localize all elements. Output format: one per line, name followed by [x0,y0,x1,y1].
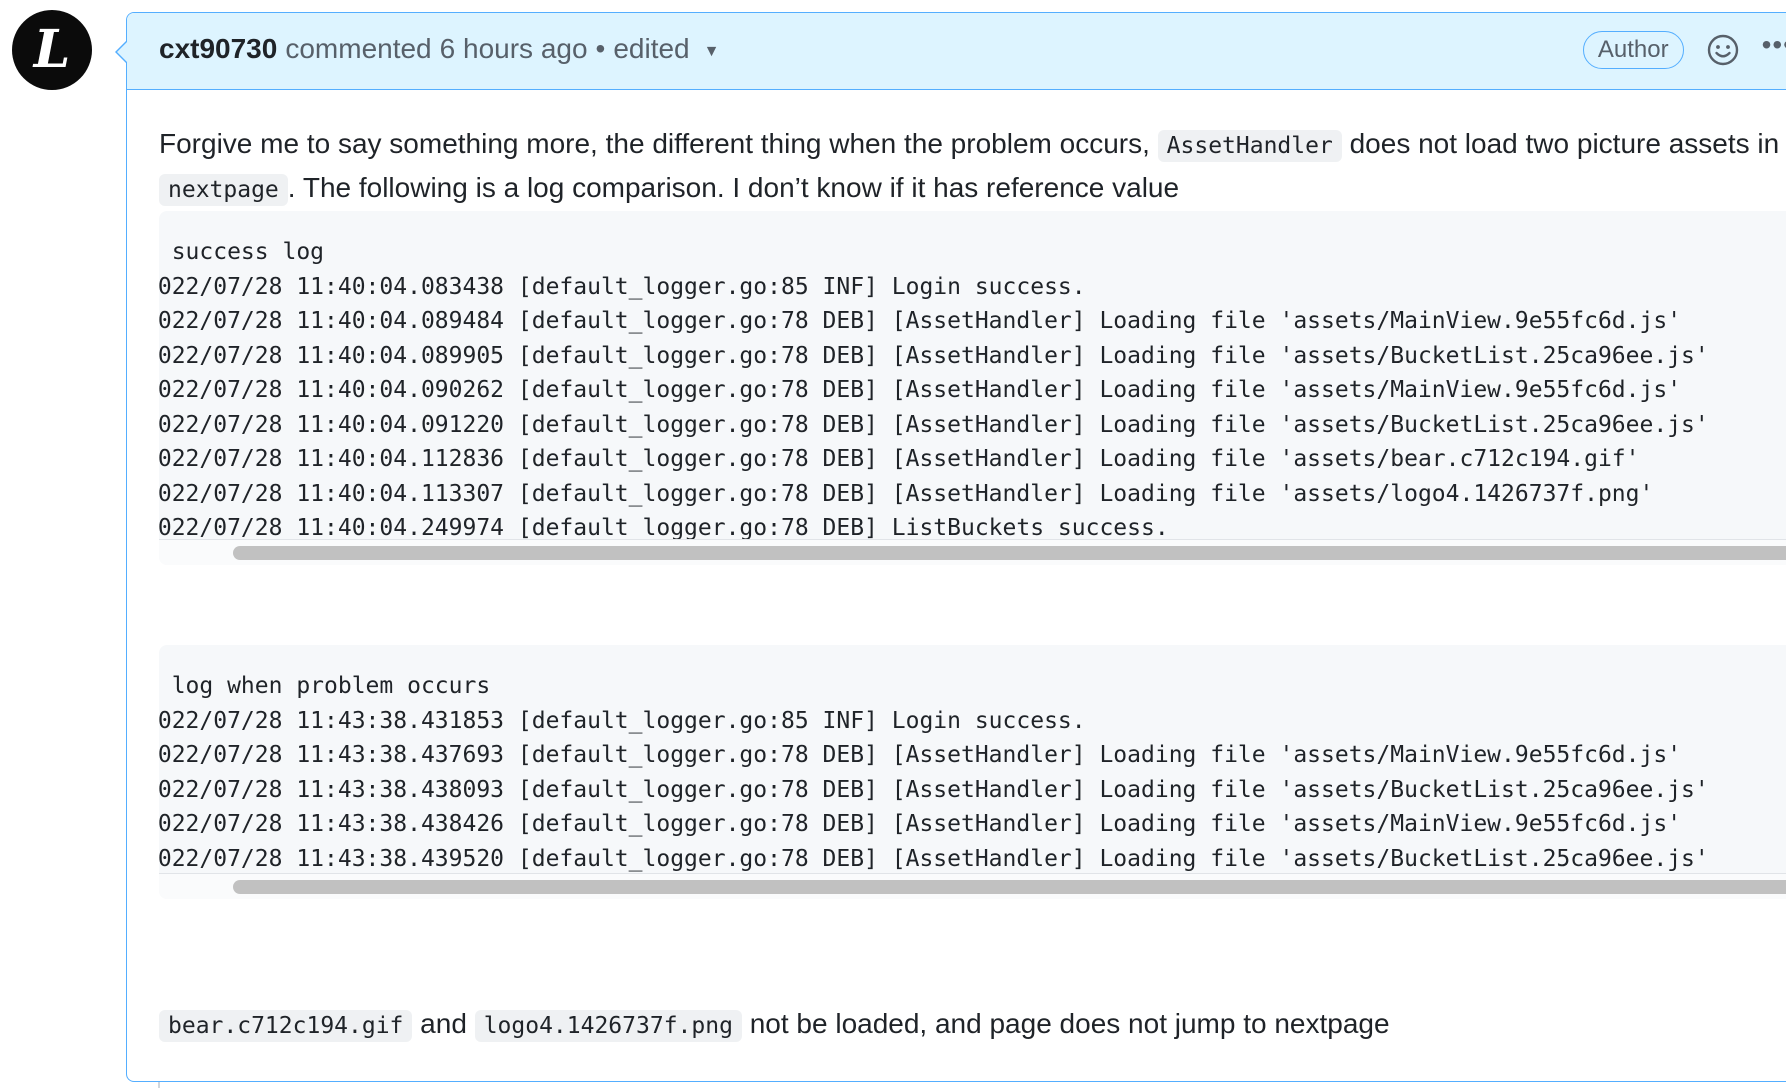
kebab-horizontal-icon[interactable]: ••• [1762,31,1786,59]
avatar[interactable]: L [12,10,92,90]
scrollbar-thumb[interactable] [233,546,1786,560]
author-badge: Author [1582,31,1684,69]
code-line: 2022/07/28 11:40:04.083438 [default_logg… [159,273,1086,300]
comment-action: commented [285,33,432,64]
comment-paragraph: Forgive me to say something more, the di… [159,123,1786,211]
smiley-icon[interactable] [1706,33,1740,67]
code-line: 2022/07/28 11:40:04.112836 [default_logg… [159,446,1640,472]
inline-code: bear.c712c194.gif [159,1010,413,1042]
paragraph-text: . The following is a log comparison. I d… [287,172,1180,203]
code-line: 2022/07/28 11:43:38.437693 [default_logg… [159,742,1682,768]
code-line: 2022/07/28 11:40:04.113307 [default_logg… [159,480,1654,507]
code-content: # log when problem occurs 2022/07/28 11:4… [159,645,1786,876]
code-line: 2022/07/28 11:40:04.089484 [default_logg… [159,308,1682,334]
triangle-down-icon: ▼ [703,43,720,60]
paragraph-text: and [412,1008,475,1039]
paragraph-text: not be loaded, and page does not jump to… [741,1008,1390,1039]
code-content: # success log 2022/07/28 11:40:04.083438 … [159,211,1786,546]
code-line: # success log [159,239,325,265]
comment-meta: cxt90730 commented 6 hours ago • edited … [159,33,719,65]
comment-paragraph: bear.c712c194.gif and logo4.1426737f.png… [159,1003,1786,1047]
code-line: 2022/07/28 11:40:04.091220 [default_logg… [159,411,1709,438]
paragraph-text: Forgive me to say something more, the di… [159,128,1158,159]
comment-header-actions: Author ••• [1582,31,1786,69]
paragraph-text: does not load two picture assets in [1341,128,1780,159]
code-line: 2022/07/28 11:43:38.438093 [default_logg… [159,776,1709,803]
horizontal-scrollbar[interactable] [159,873,1786,899]
code-line: 2022/07/28 11:40:04.089905 [default_logg… [159,342,1709,369]
code-block: # log when problem occurs 2022/07/28 11:4… [159,645,1786,899]
inline-code: AssetHandler [1157,130,1342,162]
comment-body: Forgive me to say something more, the di… [159,123,1786,211]
edited-history-toggle[interactable]: edited ▼ [613,33,719,65]
code-block: # success log 2022/07/28 11:40:04.083438 … [159,211,1786,565]
code-line: # log when problem occurs [159,673,491,699]
code-line: 2022/07/28 11:40:04.090262 [default_logg… [159,377,1682,403]
author-link[interactable]: cxt90730 [159,33,277,65]
scrollbar-thumb[interactable] [233,880,1786,894]
edited-label: edited [613,33,690,64]
meta-separator: • [595,33,606,64]
comment-card: cxt90730 commented 6 hours ago • edited … [115,12,1786,1082]
comment-body-footer: bear.c712c194.gif and logo4.1426737f.png… [159,1003,1786,1047]
comment-header: cxt90730 commented 6 hours ago • edited … [127,13,1786,90]
inline-code: nextpage [159,174,288,206]
gothic-letter-avatar-icon: L [33,19,71,80]
timeline-line [158,1082,160,1088]
code-line: 2022/07/28 11:43:38.438426 [default_logg… [159,811,1682,837]
code-line: 2022/07/28 11:43:38.431853 [default_logg… [159,707,1086,734]
comment-timestamp[interactable]: 6 hours ago [440,33,588,65]
horizontal-scrollbar[interactable] [159,539,1786,565]
inline-code: logo4.1426737f.png [474,1010,742,1042]
code-line: 2022/07/28 11:43:38.439520 [default_logg… [159,845,1709,872]
